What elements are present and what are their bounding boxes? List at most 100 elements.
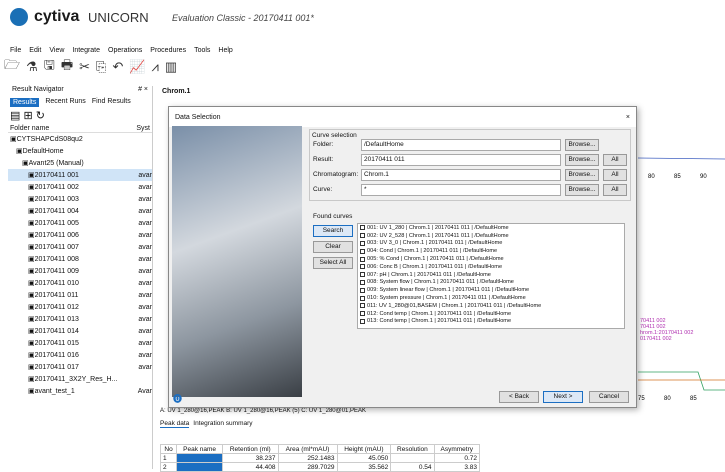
bars-icon[interactable]: ▥ <box>165 59 177 75</box>
menu-item[interactable]: File <box>10 47 21 54</box>
tree-row[interactable]: ▣ 20170411 007 avar <box>8 241 152 253</box>
tree-row[interactable]: ▣ 20170411 001 avar <box>8 169 152 181</box>
col-system[interactable]: Syst <box>136 125 150 132</box>
checkbox[interactable] <box>360 240 365 246</box>
cancel-button[interactable]: Cancel <box>589 391 629 403</box>
cut-icon[interactable]: ✂ <box>79 59 90 75</box>
list-item[interactable]: 011: UV 1_280@01,BASEM | Chrom.1 | 20170… <box>358 302 624 310</box>
column-header[interactable]: Height (mAU) <box>336 444 392 454</box>
menu-item[interactable]: Tools <box>194 47 210 54</box>
tree-row[interactable]: ▣ 20170411_3X2Y_Res_H... <box>8 373 152 385</box>
tree-row[interactable]: ▣ 20170411 008 avar <box>8 253 152 265</box>
checkbox[interactable] <box>360 287 365 293</box>
list-item[interactable]: 008: System flow | Chrom.1 | 20170411 01… <box>358 279 624 287</box>
tab[interactable]: Find Results <box>92 98 131 107</box>
tree-row[interactable]: ▣ 20170411 013 avar <box>8 313 152 325</box>
tab-1[interactable]: Integration summary <box>193 420 252 428</box>
column-header[interactable]: No <box>159 444 178 454</box>
checkbox[interactable] <box>360 256 365 262</box>
col-folder-name[interactable]: Folder name <box>10 125 49 132</box>
browse-button[interactable]: Browse... <box>565 154 599 166</box>
undo-icon[interactable]: ↶ <box>112 59 123 75</box>
tree-row[interactable]: ▣ CYTSHAPCdS08qu2 <box>8 133 152 145</box>
pin-close-icon[interactable]: # × <box>138 86 148 96</box>
checkbox[interactable] <box>360 264 365 270</box>
copy-icon[interactable]: ⎘ <box>96 59 106 75</box>
all-button[interactable]: All <box>603 154 627 166</box>
chart-icon[interactable]: 📈 <box>129 59 145 75</box>
column-header[interactable]: Area (ml*mAU) <box>277 444 338 454</box>
menu-item[interactable]: View <box>49 47 64 54</box>
select-all-button[interactable]: Select All <box>313 257 353 269</box>
checkbox[interactable] <box>360 303 365 309</box>
tree-row[interactable]: ▣ 20170411 016 avar <box>8 349 152 361</box>
tree-row[interactable]: ▣ Avant25 (Manual) <box>8 157 152 169</box>
combo-field[interactable]: * <box>361 184 561 196</box>
navigator-tools[interactable]: ▤ ⊞ ↻ <box>8 109 152 125</box>
menu-item[interactable]: Procedures <box>150 47 186 54</box>
menu-item[interactable]: Help <box>218 47 232 54</box>
back-button[interactable]: < Back <box>499 391 539 403</box>
next-button[interactable]: Next > <box>543 391 583 403</box>
menu-item[interactable]: Integrate <box>72 47 100 54</box>
close-icon[interactable]: × <box>626 114 630 121</box>
tree-row[interactable]: ▣ 20170411 005 avar <box>8 217 152 229</box>
column-header[interactable]: Resolution <box>390 444 435 454</box>
tree-row[interactable]: ▣ avant_test_1 Avar <box>8 385 152 397</box>
column-header[interactable]: Asymmetry <box>433 444 481 454</box>
checkbox[interactable] <box>360 272 365 278</box>
tree-row[interactable]: ▣ 20170411 002 avar <box>8 181 152 193</box>
checkbox[interactable] <box>360 295 365 301</box>
checkbox[interactable] <box>360 248 365 254</box>
tab-0[interactable]: Peak data <box>160 420 190 428</box>
tab[interactable]: Results <box>10 98 40 107</box>
print-icon[interactable]: 🖶 <box>61 56 73 78</box>
tree-row[interactable]: ▣ 20170411 012 avar <box>8 301 152 313</box>
browse-button[interactable]: Browse... <box>565 139 599 151</box>
tab[interactable]: Recent Runs <box>45 98 85 107</box>
browse-button[interactable]: Browse... <box>565 169 599 181</box>
tree-row[interactable]: ▣ 20170411 014 avar <box>8 325 152 337</box>
checkbox[interactable] <box>360 225 365 231</box>
list-item[interactable]: 003: UV 3_0 | Chrom.1 | 20170411 011 | /… <box>358 240 624 248</box>
open-icon[interactable]: 🗁 <box>4 56 20 78</box>
menu-item[interactable]: Operations <box>108 47 142 54</box>
save-icon[interactable]: 🖫 <box>44 56 55 78</box>
combo-field[interactable]: 20170411 011 <box>361 154 561 166</box>
table-row[interactable]: 2 44.408 289.7029 35.562 0.54 3.83 <box>159 462 481 472</box>
list-item[interactable]: 002: UV 2_528 | Chrom.1 | 20170411 011 |… <box>358 232 624 240</box>
column-header[interactable]: Peak name <box>176 444 224 454</box>
list-item[interactable]: 004: Cond | Chrom.1 | 20170411 011 | /De… <box>358 247 624 255</box>
curves-list[interactable]: 001: UV 1_280 | Chrom.1 | 20170411 011 |… <box>357 223 625 329</box>
column-header[interactable]: Retention (ml) <box>222 444 279 454</box>
all-button[interactable]: All <box>603 169 627 181</box>
browse-button[interactable]: Browse... <box>565 184 599 196</box>
list-item[interactable]: 012: Cond temp | Chrom.1 | 20170411 011 … <box>358 310 624 318</box>
tree-row[interactable]: ▣ 20170411 015 avar <box>8 337 152 349</box>
method-icon[interactable]: ⚗ <box>26 59 38 75</box>
tree-row[interactable]: ▣ 20170411 017 avar <box>8 361 152 373</box>
search-button[interactable]: Search <box>313 225 353 237</box>
tree-row[interactable]: ▣ DefaultHome <box>8 145 152 157</box>
list-item[interactable]: 001: UV 1_280 | Chrom.1 | 20170411 011 |… <box>358 224 624 232</box>
tree-row[interactable]: ▣ 20170411 003 avar <box>8 193 152 205</box>
clear-button[interactable]: Clear <box>313 241 353 253</box>
combo-field[interactable]: /DefaultHome <box>361 139 561 151</box>
checkbox[interactable] <box>360 311 365 317</box>
tree-row[interactable]: ▣ 20170411 006 avar <box>8 229 152 241</box>
list-item[interactable]: 005: % Cond | Chrom.1 | 20170411 011 | /… <box>358 255 624 263</box>
list-item[interactable]: 010: System pressure | Chrom.1 | 2017041… <box>358 294 624 302</box>
tree-row[interactable]: ▣ 20170411 009 avar <box>8 265 152 277</box>
table-row[interactable]: 1 38.237 252.1483 45.050 0.72 <box>159 453 481 463</box>
list-item[interactable]: 009: System linear flow | Chrom.1 | 2017… <box>358 286 624 294</box>
checkbox[interactable] <box>360 318 365 324</box>
menu-item[interactable]: Edit <box>29 47 41 54</box>
list-item[interactable]: 007: pH | Chrom.1 | 20170411 011 | /Defa… <box>358 271 624 279</box>
tree-row[interactable]: ▣ 20170411 010 avar <box>8 277 152 289</box>
checkbox[interactable] <box>360 233 365 239</box>
list-item[interactable]: 006: Conc B | Chrom.1 | 20170411 011 | /… <box>358 263 624 271</box>
tree-row[interactable]: ▣ 20170411 011 avar <box>8 289 152 301</box>
help-icon[interactable]: ⓿ <box>173 392 182 405</box>
combo-field[interactable]: Chrom.1 <box>361 169 561 181</box>
peak-icon[interactable]: ⩘ <box>152 59 159 75</box>
